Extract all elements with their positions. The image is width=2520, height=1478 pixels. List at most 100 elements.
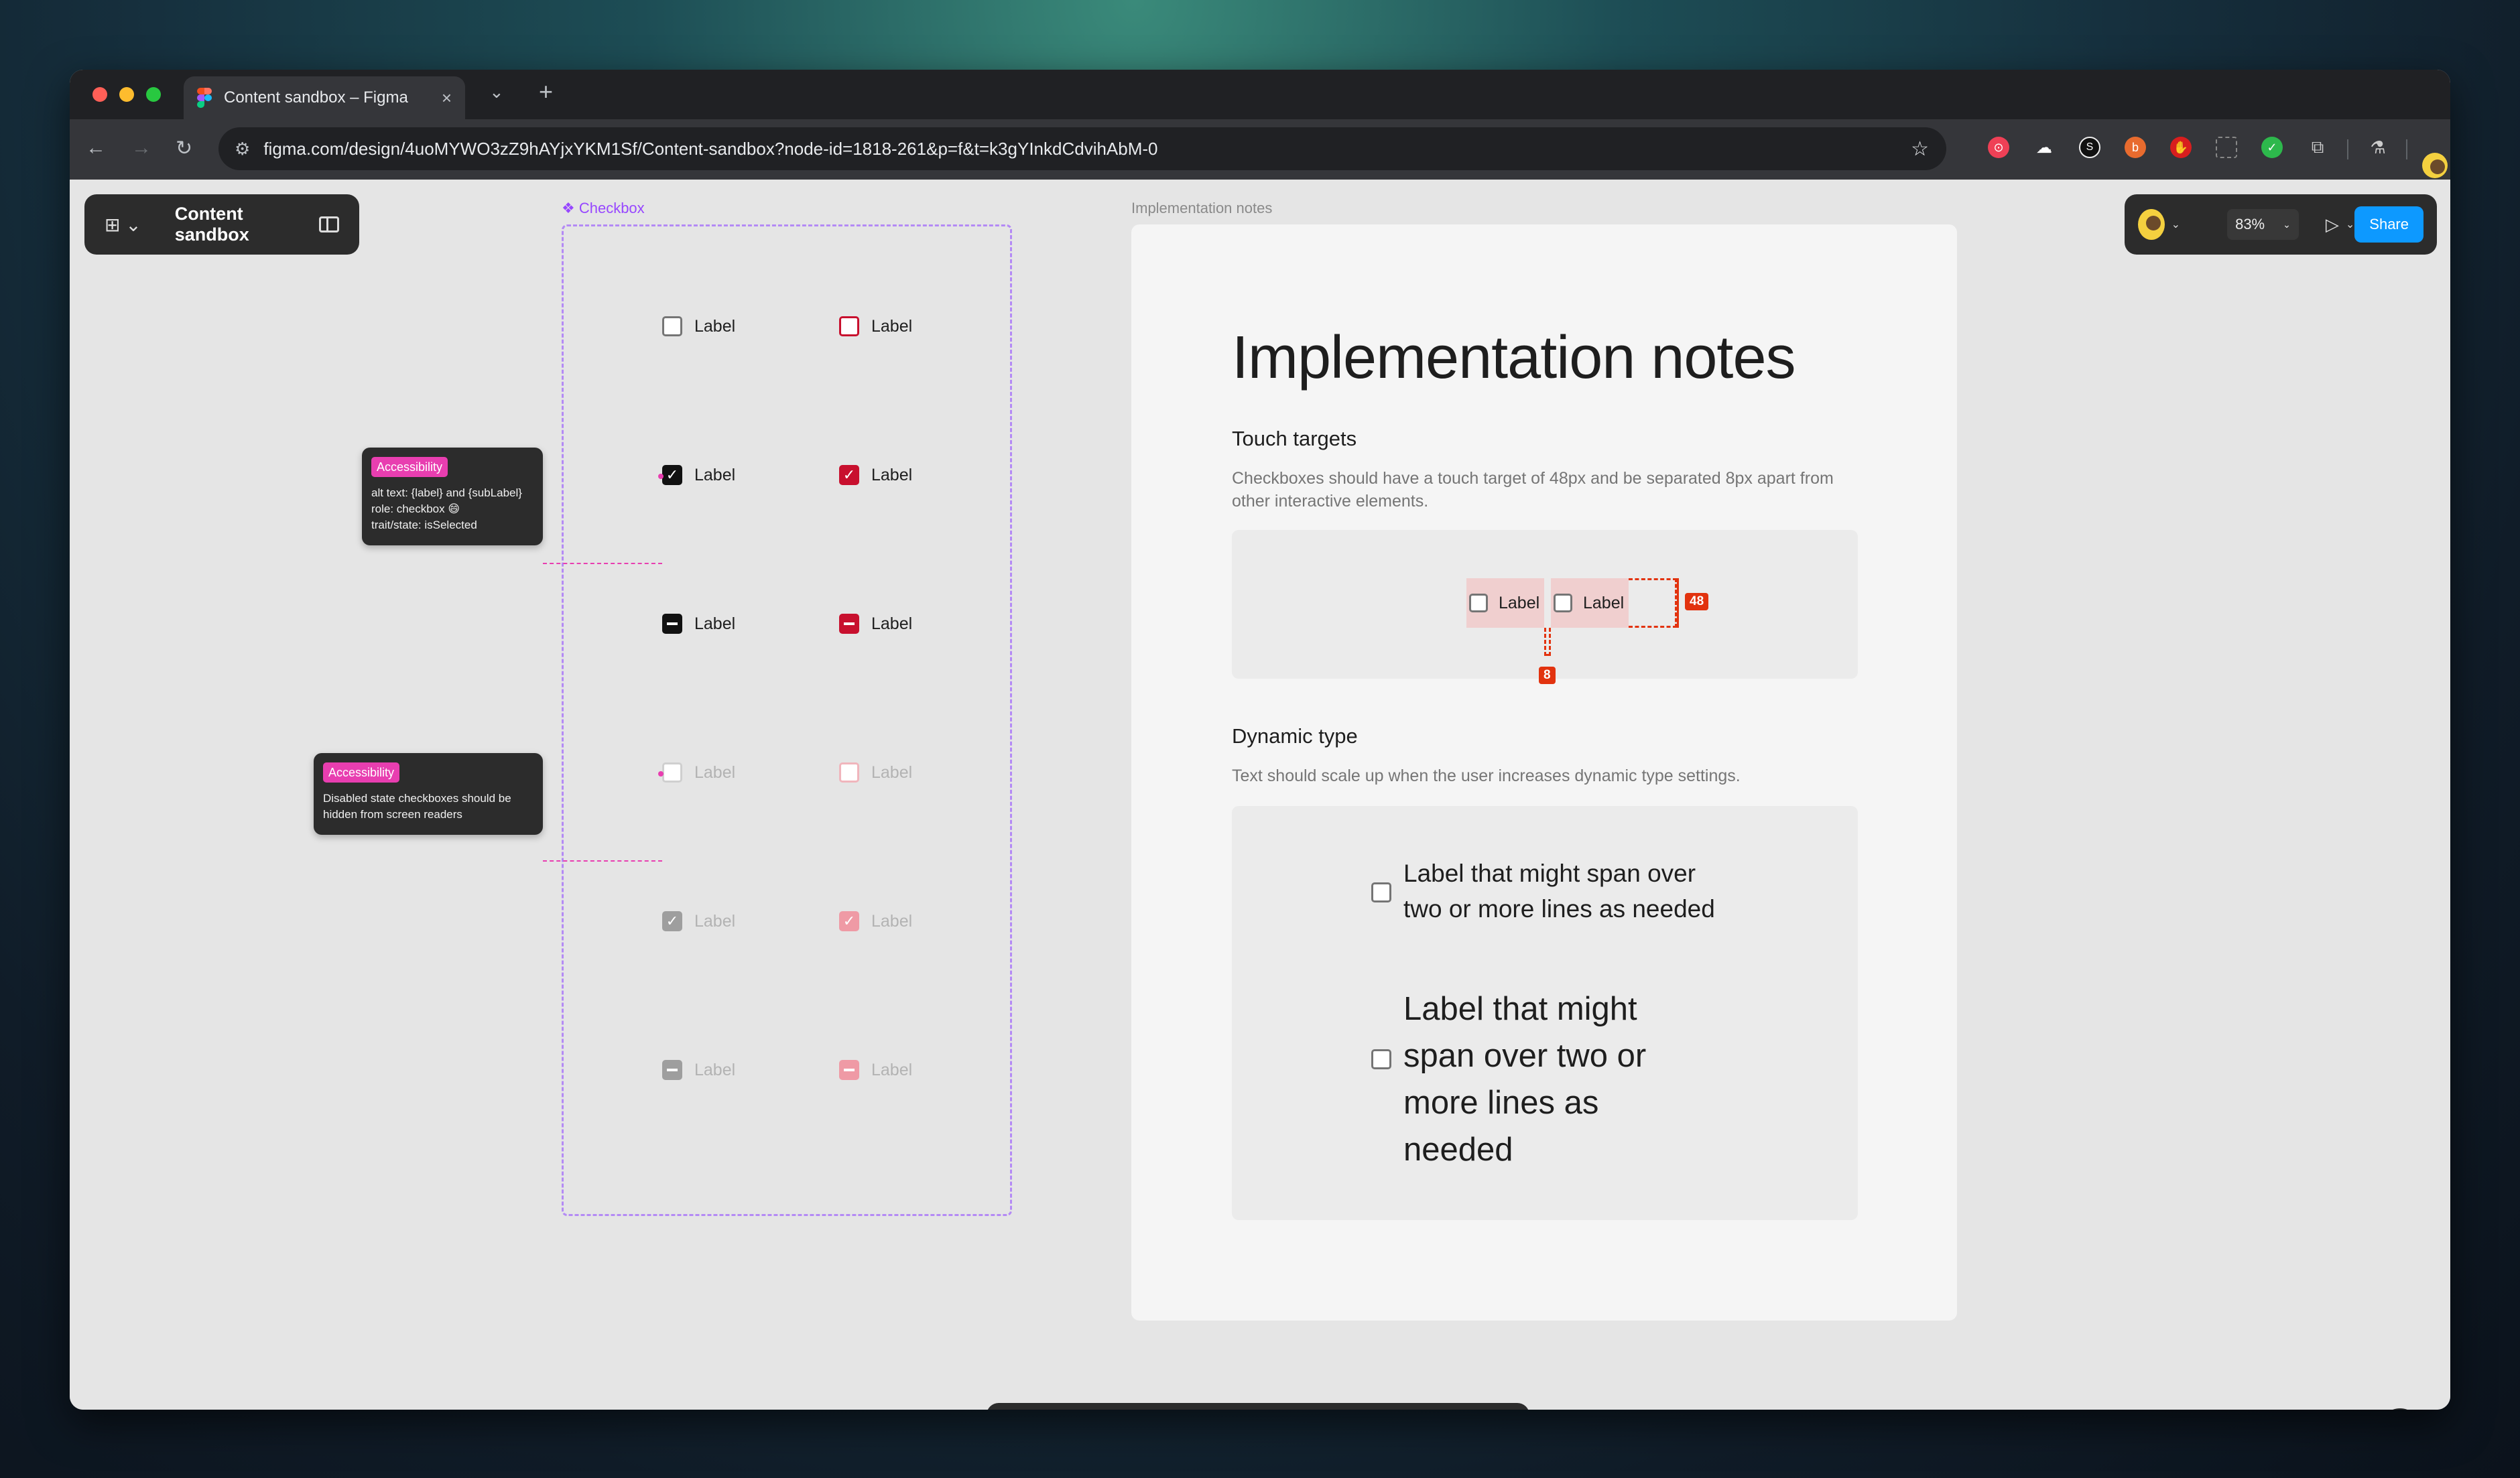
touch-targets-demo: Label Label 48 8 <box>1232 530 1858 684</box>
help-question-icon[interactable]: ? <box>2379 1408 2421 1410</box>
dynamic-type-demo: Label that might span over two or more l… <box>1232 806 1858 1220</box>
a11y-note-card[interactable]: Accessibility alt text: {label} and {sub… <box>362 448 543 545</box>
tab-title: Content sandbox – Figma <box>224 88 408 107</box>
check-icon: ✓ <box>662 911 682 931</box>
forward-icon[interactable]: → <box>131 137 151 159</box>
present-chevron-icon[interactable]: ⌄ <box>2346 218 2354 231</box>
checkbox-box <box>839 316 859 336</box>
gap-marker-8: 8 <box>1539 667 1556 684</box>
dynamic-type-description: Text should scale up when the user incre… <box>1232 766 1741 785</box>
checkbox-label: Label <box>871 465 913 484</box>
check-extension-icon[interactable]: ✓ <box>2261 137 2283 158</box>
a11y-note-line: hidden from screen readers <box>323 808 462 821</box>
browser-window: Content sandbox – Figma × ⌄ + ← → ↻ ⚙ fi… <box>70 70 2450 1410</box>
avatar-chevron-icon[interactable]: ⌄ <box>2171 218 2180 231</box>
checkbox-indeterminate-error[interactable]: Label <box>839 614 912 634</box>
address-bar-row: ← → ↻ ⚙ figma.com/design/4uoMYWO3zZ9hAYj… <box>70 119 2450 180</box>
checkbox-label: Label <box>871 911 913 931</box>
component-frame-label[interactable]: ❖ Checkbox <box>562 200 645 217</box>
a11y-note-line: alt text: {label} and {subLabel} <box>371 486 522 499</box>
bookmark-star-icon[interactable]: ☆ <box>1911 137 1929 161</box>
minus-icon <box>839 1060 859 1080</box>
profile-avatar[interactable] <box>2422 153 2448 178</box>
touch-targets-description: Checkboxes should have a touch target of… <box>1232 469 1834 511</box>
checkbox-box <box>1371 1049 1391 1069</box>
toolbar-divider <box>2406 139 2407 159</box>
checkbox-checked-error[interactable]: ✓ Label <box>839 465 912 485</box>
touch-target-item: Label <box>1466 578 1544 628</box>
top-right-panel: ⌄ 83% ⌄ ▷ ⌄ Share <box>2125 194 2437 255</box>
checkbox-label: Label <box>694 1060 736 1079</box>
figma-menu-icon[interactable]: ⊞ ⌄ <box>105 214 141 236</box>
checkbox-component-set[interactable] <box>562 224 1012 1216</box>
checkbox-box <box>1469 594 1488 612</box>
a11y-connector <box>543 860 662 862</box>
a11y-badge: Accessibility <box>371 457 448 477</box>
check-icon: ✓ <box>839 911 859 931</box>
a11y-note-line: role: checkbox 😄 <box>371 502 460 515</box>
check-icon: ✓ <box>662 465 682 485</box>
minimize-window-button[interactable] <box>119 87 134 102</box>
notes-frame-label[interactable]: Implementation notes <box>1131 200 1272 217</box>
close-tab-icon[interactable]: × <box>442 88 452 109</box>
checkbox-checked[interactable]: ✓ Label <box>662 465 735 485</box>
checkbox-disabled-checked: ✓ Label <box>662 911 735 931</box>
zoom-control[interactable]: 83% ⌄ <box>2227 209 2299 240</box>
checkbox-label: Label <box>1499 593 1540 612</box>
size-marker-48: 48 <box>1685 593 1709 610</box>
dynamic-type-label: Label that might span over two or more l… <box>1403 991 1647 1168</box>
checkbox-label: Label <box>694 465 736 484</box>
checkbox-label: Label <box>871 614 913 633</box>
checkbox-box <box>1371 882 1391 902</box>
screenshot-extension-icon[interactable] <box>2216 137 2237 158</box>
a11y-note-card[interactable]: Accessibility Disabled state checkboxes … <box>314 753 543 835</box>
back-icon[interactable]: ← <box>86 137 106 159</box>
zoom-level: 83% <box>2235 216 2265 232</box>
file-panel: ⊞ ⌄ Content sandbox <box>84 194 359 255</box>
cloud-extension-icon[interactable]: ☁ <box>2033 137 2055 158</box>
checkbox-disabled-indeterminate: Label <box>662 1060 735 1080</box>
share-button[interactable]: Share <box>2354 206 2423 243</box>
checkbox-disabled-indeterminate-error: Label <box>839 1060 912 1080</box>
checkbox-unchecked-error[interactable]: Label <box>839 316 912 336</box>
extensions-puzzle-icon[interactable]: ⧉ <box>2307 137 2328 158</box>
toggle-sidebar-icon[interactable] <box>319 216 339 232</box>
checkbox-unchecked[interactable]: Label <box>662 316 735 336</box>
checkbox-box <box>1554 594 1572 612</box>
dynamic-type-label: Label that might span over two or more l… <box>1403 860 1715 923</box>
maximize-window-button[interactable] <box>146 87 161 102</box>
browser-tab[interactable]: Content sandbox – Figma × <box>184 76 465 119</box>
labs-flask-icon[interactable]: ⚗ <box>2367 137 2389 158</box>
figma-canvas[interactable]: ⊞ ⌄ Content sandbox ⌄ 83% ⌄ ▷ ⌄ Share ❖ … <box>70 180 2450 1410</box>
checkbox-disabled: Label <box>662 762 735 783</box>
close-window-button[interactable] <box>92 87 107 102</box>
size-measure-line <box>1677 578 1679 628</box>
touch-targets-heading: Touch targets <box>1232 427 1357 450</box>
b-extension-icon[interactable]: b <box>2125 137 2146 158</box>
checkbox-label: Label <box>871 1060 913 1079</box>
figma-icon <box>197 88 212 108</box>
user-avatar[interactable] <box>2138 209 2165 240</box>
checkbox-label: Label <box>1583 593 1625 612</box>
s-extension-icon[interactable]: S <box>2079 137 2100 158</box>
gap-measure-line <box>1544 628 1551 656</box>
checkbox-label: Label <box>694 762 736 782</box>
tab-bar: Content sandbox – Figma × ⌄ + <box>70 70 2450 119</box>
checkbox-indeterminate[interactable]: Label <box>662 614 735 634</box>
figma-toolbar: ➚ ⌄ # ⌄ ▢ ⌄ ✒ ⌄ T ◯ ⌄ ✧ </> <box>987 1403 1529 1410</box>
minus-icon <box>839 614 859 634</box>
implementation-notes-frame[interactable]: Implementation notes Touch targets Check… <box>1131 224 1957 1321</box>
present-play-icon[interactable]: ▷ <box>2326 214 2339 235</box>
checkbox-box <box>839 762 859 783</box>
tab-list-chevron-icon[interactable]: ⌄ <box>489 82 504 103</box>
url-text[interactable]: figma.com/design/4uoMYWO3zZ9hAYjxYKM1Sf/… <box>263 139 1911 159</box>
omnibox[interactable]: ⚙ figma.com/design/4uoMYWO3zZ9hAYjxYKM1S… <box>218 127 1946 170</box>
site-settings-icon[interactable]: ⚙ <box>235 139 250 159</box>
dynamic-type-heading: Dynamic type <box>1232 724 1358 748</box>
pocket-extension-icon[interactable]: ⊙ <box>1988 137 2009 158</box>
a11y-connector-dot <box>658 474 664 479</box>
new-tab-icon[interactable]: + <box>539 78 553 106</box>
file-name[interactable]: Content sandbox <box>175 204 319 245</box>
reload-icon[interactable]: ↻ <box>176 137 192 160</box>
stop-extension-icon[interactable]: ✋ <box>2170 137 2192 158</box>
